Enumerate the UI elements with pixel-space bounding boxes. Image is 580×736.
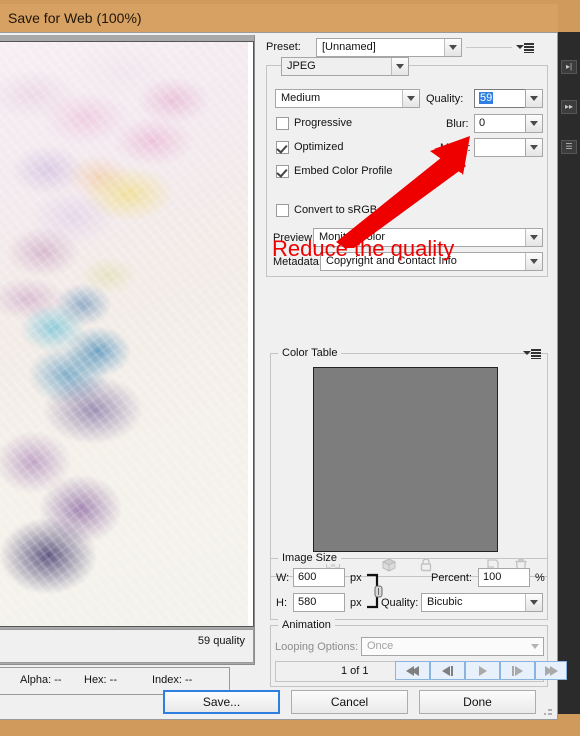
play-icon bbox=[478, 665, 487, 676]
preset-value: [Unnamed] bbox=[322, 41, 376, 53]
cancel-button-label: Cancel bbox=[330, 695, 369, 709]
save-button[interactable]: Save... bbox=[163, 690, 280, 714]
animation-group: Animation Looping Options: Once 1 of 1 bbox=[270, 619, 567, 687]
panel-icon-1[interactable]: ▸| bbox=[561, 60, 577, 74]
preview-status-bar: 59 quality bbox=[0, 629, 254, 663]
alpha-value: Alpha: -- bbox=[20, 674, 62, 686]
looping-options-label: Looping Options: bbox=[275, 641, 359, 653]
looping-options-value: Once bbox=[367, 640, 394, 652]
first-frame-button[interactable] bbox=[395, 661, 430, 680]
done-button-label: Done bbox=[463, 695, 492, 709]
chevron-down-icon bbox=[526, 638, 543, 655]
looping-options-dropdown[interactable]: Once bbox=[361, 637, 544, 656]
optimized-checkbox[interactable] bbox=[276, 141, 289, 154]
save-for-web-window: Save for Web (100%) ▸| ▸▸ ☰ 59 quality A… bbox=[0, 0, 580, 736]
image-preview-frame[interactable] bbox=[0, 41, 254, 627]
preset-dropdown[interactable]: [Unnamed] bbox=[316, 38, 462, 57]
done-button[interactable]: Done bbox=[419, 690, 536, 714]
compression-quality-dropdown[interactable]: Medium bbox=[275, 89, 420, 108]
percent-unit: % bbox=[535, 572, 545, 584]
chevron-down-icon bbox=[525, 229, 542, 246]
play-button[interactable] bbox=[465, 661, 500, 680]
resample-quality-value: Bicubic bbox=[427, 596, 463, 608]
preview-image[interactable] bbox=[0, 42, 248, 626]
red-arrow-icon bbox=[336, 136, 470, 248]
settings-column: Preset: [Unnamed] JPEG Medium Quality: 5… bbox=[266, 37, 554, 577]
color-table-title: Color Table bbox=[278, 347, 342, 359]
percent-input[interactable]: 100 bbox=[478, 568, 530, 587]
image-size-title: Image Size bbox=[278, 552, 342, 564]
save-for-web-dialog: 59 quality Alpha: -- Hex: -- Index: -- P… bbox=[0, 32, 567, 720]
chevron-down-icon bbox=[444, 39, 461, 56]
quality-stepper[interactable] bbox=[525, 89, 543, 108]
chevron-down-icon bbox=[526, 139, 542, 156]
panel-menu-triangle-icon bbox=[523, 351, 531, 355]
quality-label: Quality: bbox=[426, 93, 464, 105]
animation-title: Animation bbox=[278, 619, 335, 631]
panel-icon-3[interactable]: ☰ bbox=[561, 140, 577, 154]
save-button-label: Save... bbox=[202, 695, 241, 709]
height-value: 580 bbox=[298, 596, 317, 608]
color-table-panel-menu-icon[interactable] bbox=[523, 348, 541, 360]
panel-icon-2[interactable]: ▸▸ bbox=[561, 100, 577, 114]
previous-frame-icon bbox=[442, 665, 450, 676]
last-frame-button[interactable] bbox=[535, 661, 567, 680]
file-format-value: JPEG bbox=[287, 60, 316, 72]
preset-panel-menu-icon[interactable] bbox=[516, 42, 534, 54]
color-table-swatch[interactable] bbox=[313, 367, 498, 552]
blur-label: Blur: bbox=[446, 118, 469, 130]
blur-stepper[interactable] bbox=[525, 114, 543, 133]
chevron-down-icon bbox=[526, 90, 542, 107]
width-label: W: bbox=[276, 572, 290, 584]
height-input[interactable]: 580 bbox=[293, 593, 345, 612]
hex-value: Hex: -- bbox=[84, 674, 117, 686]
progressive-label: Progressive bbox=[294, 117, 353, 129]
width-unit: px bbox=[350, 572, 362, 584]
height-label: H: bbox=[276, 597, 287, 609]
app-right-toolbar-strip: ▸| ▸▸ ☰ bbox=[558, 32, 580, 720]
resize-grip[interactable] bbox=[543, 706, 553, 716]
embed-color-profile-checkbox[interactable] bbox=[276, 165, 289, 178]
quality-value: 59 bbox=[479, 92, 494, 104]
window-title: Save for Web (100%) bbox=[0, 4, 558, 32]
panel-menu-bars-icon bbox=[531, 349, 541, 359]
blur-value: 0 bbox=[479, 117, 486, 129]
matte-swatch-dropdown[interactable] bbox=[525, 138, 543, 157]
annotation-text: Reduce the quality bbox=[272, 236, 455, 261]
progressive-checkbox[interactable] bbox=[276, 117, 289, 130]
file-format-dropdown[interactable]: JPEG bbox=[281, 57, 409, 76]
height-unit: px bbox=[350, 597, 362, 609]
resample-quality-dropdown[interactable]: Bicubic bbox=[421, 593, 543, 612]
quality-input[interactable]: 59 bbox=[474, 89, 526, 108]
preset-separator bbox=[466, 47, 512, 48]
chevron-down-icon bbox=[525, 594, 542, 611]
chevron-down-icon bbox=[402, 90, 419, 107]
percent-value: 100 bbox=[483, 571, 502, 583]
compression-quality-value: Medium bbox=[281, 92, 321, 104]
matte-input[interactable] bbox=[474, 138, 526, 157]
panel-menu-bars-icon bbox=[524, 43, 534, 53]
preset-label: Preset: bbox=[266, 41, 301, 53]
window-corner-filler bbox=[558, 714, 580, 736]
image-preview-pane: 59 quality bbox=[0, 35, 255, 665]
blur-input[interactable]: 0 bbox=[474, 114, 526, 133]
preview-quality-label: 59 quality bbox=[197, 635, 245, 647]
image-size-group: Image Size W: 600 px H: 580 px Percent: … bbox=[270, 552, 548, 620]
previous-frame-button[interactable] bbox=[430, 661, 465, 680]
convert-to-srgb-checkbox[interactable] bbox=[276, 204, 289, 217]
percent-label: Percent: bbox=[431, 572, 472, 584]
panel-menu-triangle-icon bbox=[516, 45, 524, 49]
cancel-button[interactable]: Cancel bbox=[291, 690, 408, 714]
width-value: 600 bbox=[298, 571, 317, 583]
next-frame-icon bbox=[515, 665, 523, 676]
next-frame-button[interactable] bbox=[500, 661, 535, 680]
chevron-down-icon bbox=[391, 58, 408, 75]
resample-quality-label: Quality: bbox=[381, 597, 419, 609]
index-value: Index: -- bbox=[152, 674, 193, 686]
chevron-down-icon bbox=[526, 115, 542, 132]
chevron-down-icon bbox=[525, 253, 542, 270]
width-input[interactable]: 600 bbox=[293, 568, 345, 587]
frame-counter: 1 of 1 bbox=[341, 665, 369, 677]
